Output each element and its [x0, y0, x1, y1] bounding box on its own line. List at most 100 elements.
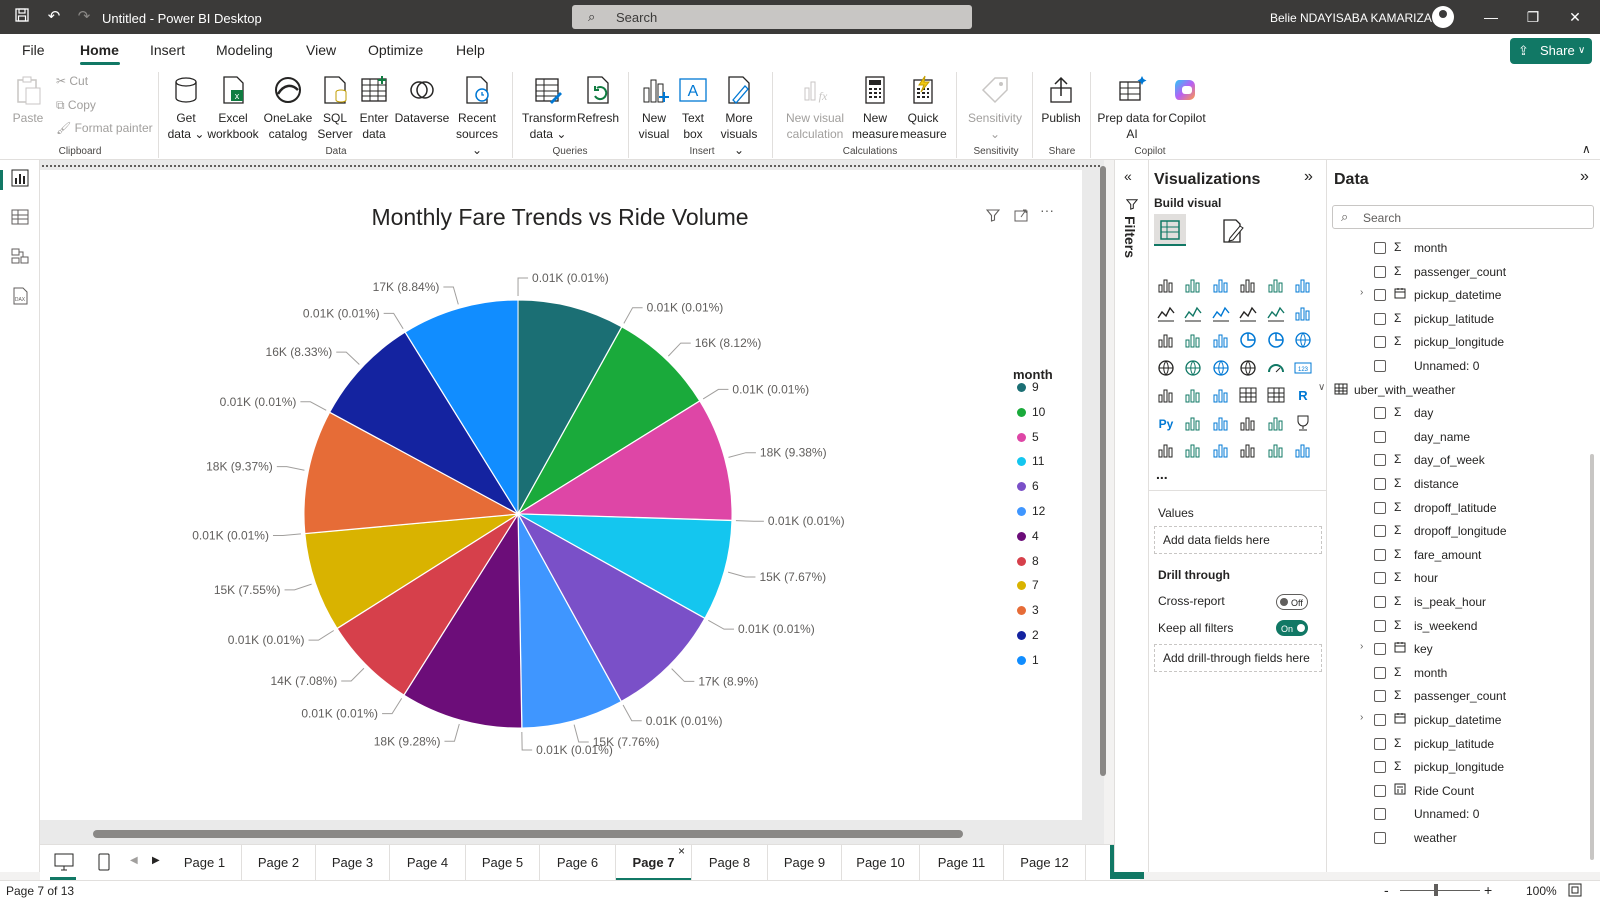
dataverse-button[interactable]: Dataverse — [394, 74, 450, 126]
stacked-bar-chart-icon[interactable] — [1157, 276, 1175, 294]
publish-button[interactable]: Publish — [1038, 74, 1084, 126]
legend-item[interactable]: 12 — [1017, 504, 1045, 518]
legend-item[interactable]: 9 — [1017, 380, 1039, 394]
field-item[interactable]: Σday — [1334, 403, 1594, 425]
100-stacked-column-chart-icon[interactable] — [1294, 276, 1312, 294]
field-item[interactable]: weather — [1334, 828, 1594, 850]
field-checkbox[interactable] — [1374, 289, 1386, 302]
waterfall-chart-icon[interactable] — [1157, 331, 1175, 349]
field-item[interactable]: Σhour — [1334, 568, 1594, 590]
field-item[interactable]: Σpassenger_count — [1334, 262, 1594, 284]
field-checkbox[interactable] — [1374, 525, 1386, 538]
data-search-input[interactable]: ⌕ Search — [1332, 205, 1594, 229]
tab-help[interactable]: Help — [456, 42, 485, 58]
page-tab[interactable]: Page 9 — [768, 845, 842, 881]
cut-button[interactable]: ✂ Cut — [56, 74, 88, 88]
save-icon[interactable] — [12, 7, 32, 27]
field-item[interactable]: › pickup_datetime — [1334, 710, 1594, 732]
build-visual-tab[interactable] — [1154, 214, 1186, 246]
clustered-bar-chart-icon[interactable] — [1212, 276, 1230, 294]
expand-filters-icon[interactable]: « — [1124, 168, 1132, 184]
excel-workbook-button[interactable]: x Excel workbook — [206, 74, 260, 142]
field-item[interactable]: Σpickup_latitude — [1334, 309, 1594, 331]
collapse-ribbon-icon[interactable]: ∧ — [1582, 142, 1591, 156]
decomposition-tree-icon[interactable] — [1212, 414, 1230, 432]
area-chart-icon[interactable] — [1184, 304, 1202, 322]
close-page-icon[interactable]: × — [678, 833, 685, 869]
goals-icon[interactable] — [1294, 414, 1312, 432]
page-tab[interactable]: Page 1 — [168, 845, 242, 881]
field-checkbox[interactable] — [1374, 407, 1386, 420]
field-item[interactable]: Ride Count — [1334, 781, 1594, 803]
field-item[interactable]: Σpickup_latitude — [1334, 734, 1594, 756]
field-checkbox[interactable] — [1374, 690, 1386, 703]
zoom-slider-thumb[interactable] — [1434, 884, 1438, 896]
table-icon[interactable] — [1239, 386, 1257, 404]
field-checkbox[interactable] — [1374, 265, 1386, 278]
field-checkbox[interactable] — [1374, 596, 1386, 608]
avatar[interactable] — [1432, 6, 1454, 28]
cross-report-toggle[interactable]: Off — [1276, 594, 1308, 610]
mobile-layout-icon[interactable] — [98, 853, 110, 874]
tab-modeling[interactable]: Modeling — [216, 42, 273, 58]
field-item[interactable]: Σpickup_longitude — [1334, 757, 1594, 779]
more-options-icon[interactable]: ··· — [1040, 202, 1054, 218]
field-checkbox[interactable] — [1374, 714, 1386, 726]
field-item[interactable]: Σis_peak_hour — [1334, 592, 1594, 614]
field-checkbox[interactable] — [1374, 548, 1386, 561]
quick-measure-button[interactable]: Quick measure — [900, 74, 947, 142]
drill-through-well[interactable]: Add drill-through fields here — [1154, 644, 1322, 672]
text-box-button[interactable]: A Text box — [676, 74, 710, 142]
field-item[interactable]: › pickup_datetime — [1334, 285, 1594, 307]
field-item[interactable]: Σdistance — [1334, 474, 1594, 496]
line-chart-icon[interactable] — [1157, 304, 1175, 322]
format-painter-button[interactable]: 🖌 Format painter — [56, 121, 153, 135]
prep-data-ai-button[interactable]: Prep data for AI — [1096, 74, 1168, 142]
format-visual-tab[interactable] — [1220, 218, 1246, 247]
new-visual-button[interactable]: New visual — [636, 74, 672, 142]
legend-item[interactable]: 3 — [1017, 603, 1039, 617]
sql-server-button[interactable]: SQL Server — [316, 74, 354, 142]
keep-all-filters-toggle[interactable]: On — [1276, 620, 1308, 636]
page-tab[interactable]: Page 7 × — [616, 844, 692, 881]
map-icon[interactable] — [1157, 359, 1175, 377]
100-stacked-bar-chart-icon[interactable] — [1267, 276, 1285, 294]
scatter-chart-icon[interactable] — [1212, 331, 1230, 349]
field-checkbox[interactable] — [1374, 761, 1386, 774]
paste-button[interactable]: Paste — [10, 74, 46, 126]
page-tab[interactable]: Page 8 — [692, 845, 768, 881]
copilot-visual-icon[interactable] — [1294, 441, 1312, 459]
stacked-area-chart-icon[interactable] — [1212, 304, 1230, 322]
legend-item[interactable]: 7 — [1017, 578, 1039, 592]
line-clustered-column-icon[interactable] — [1239, 304, 1257, 322]
field-checkbox[interactable] — [1374, 478, 1386, 490]
report-view-icon[interactable] — [10, 168, 30, 188]
filled-map-icon[interactable] — [1184, 359, 1202, 377]
scroll-left-icon[interactable]: ◀ — [130, 855, 138, 866]
new-measure-button[interactable]: New measure — [852, 74, 899, 142]
field-item[interactable]: Σday_of_week — [1334, 450, 1594, 472]
field-item[interactable]: Σmonth — [1334, 663, 1594, 685]
power-automate-icon[interactable] — [1212, 441, 1230, 459]
values-well[interactable]: Add data fields here — [1154, 526, 1322, 554]
page-tab[interactable]: Page 3 — [316, 845, 390, 881]
paginated-report-icon[interactable] — [1157, 441, 1175, 459]
field-item[interactable]: Σfare_amount — [1334, 545, 1594, 567]
field-item[interactable]: Σdropoff_longitude — [1334, 521, 1594, 543]
legend-item[interactable]: 11 — [1017, 454, 1044, 468]
tab-insert[interactable]: Insert — [150, 42, 185, 58]
multi-row-card-icon[interactable] — [1157, 386, 1175, 404]
page-tab[interactable]: Page 12 — [1004, 845, 1086, 881]
table-view-icon[interactable] — [10, 207, 30, 227]
field-checkbox[interactable] — [1374, 312, 1386, 325]
python-visual-icon[interactable]: Py — [1157, 414, 1175, 432]
vertical-scrollbar[interactable] — [1098, 160, 1108, 780]
legend-item[interactable]: 4 — [1017, 529, 1039, 543]
chevron-down-icon[interactable]: ∨ — [1318, 382, 1325, 393]
transform-data-button[interactable]: Transform data ⌄ — [522, 74, 576, 142]
zoom-out-button[interactable]: - — [1384, 882, 1389, 898]
tab-file[interactable]: File — [22, 42, 45, 58]
filters-pane[interactable]: « Filters — [1114, 160, 1148, 872]
search-input[interactable]: ⌕ Search — [572, 5, 972, 29]
pie-chart[interactable]: 0.01K (0.01%) 0.01K (0.01%) 16K (8.12%) 0.0… — [40, 160, 1040, 800]
